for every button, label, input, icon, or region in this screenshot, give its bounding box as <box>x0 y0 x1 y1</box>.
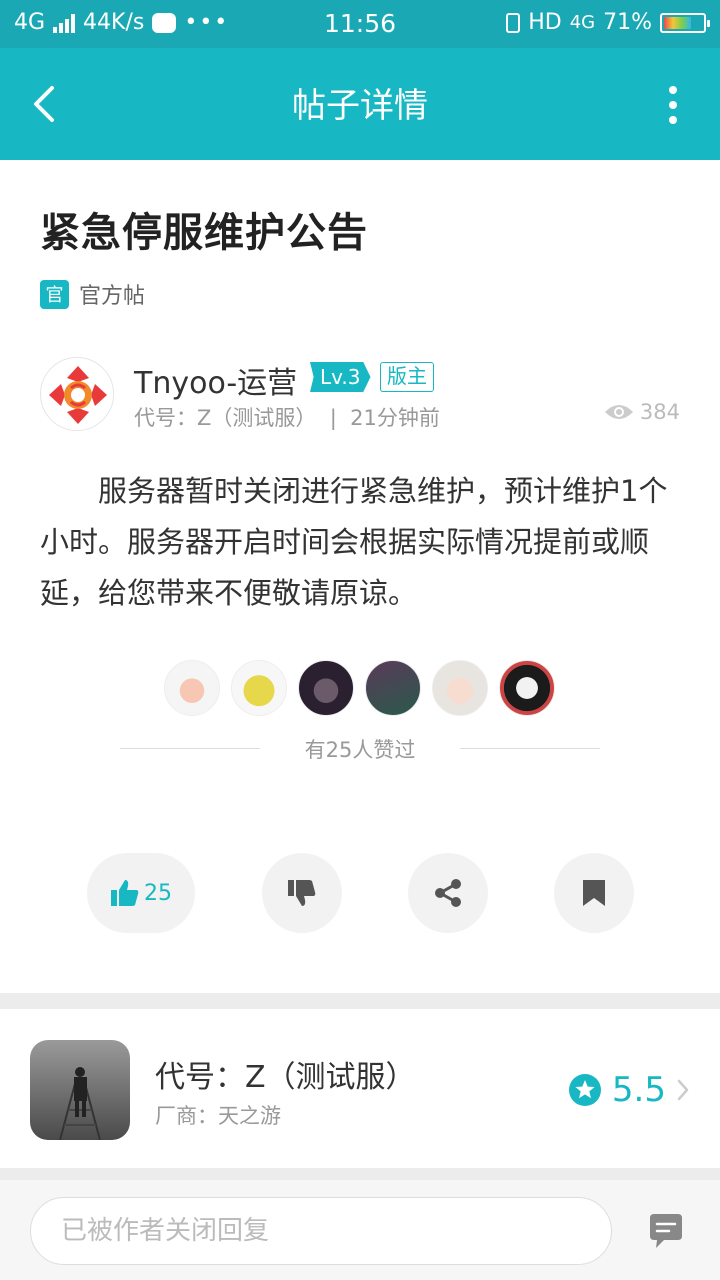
vibrate-icon <box>506 12 521 33</box>
dislike-button[interactable] <box>262 853 342 933</box>
game-rating[interactable]: 5.5 <box>568 1070 690 1110</box>
thumbs-up-icon <box>111 880 139 906</box>
liker-avatars <box>164 660 556 716</box>
comment-icon[interactable] <box>646 1212 686 1252</box>
like-button[interactable]: 25 <box>87 853 195 933</box>
official-label: 官方帖 <box>79 284 146 309</box>
network-right-label: 4G <box>569 12 596 33</box>
thumbs-down-icon <box>288 880 316 906</box>
view-count: 384 <box>604 400 680 424</box>
post-content: 服务器暂时关闭进行紧急维护，预计维护1个小时。服务器开启时间会根据实际情况提前或… <box>40 474 668 610</box>
bookmark-icon <box>583 880 605 906</box>
rating-value: 5.5 <box>611 1070 666 1110</box>
level-badge: Lv.3 <box>310 362 371 392</box>
battery-percent: 71% <box>603 10 652 35</box>
likes-text: 有25人赞过 <box>304 738 416 762</box>
reply-input[interactable]: 已被作者关闭回复 <box>30 1197 612 1265</box>
liker-avatar[interactable] <box>499 660 555 716</box>
liker-avatar[interactable] <box>432 660 488 716</box>
liker-avatar[interactable] <box>231 660 287 716</box>
more-options-icon[interactable] <box>668 86 678 124</box>
divider-line <box>460 748 600 749</box>
post-title: 紧急停服维护公告 <box>40 210 368 256</box>
battery-icon <box>660 12 710 33</box>
section-divider <box>0 1168 720 1180</box>
author-name[interactable]: Tnyoo-运营 <box>134 358 297 402</box>
author-avatar[interactable] <box>40 357 114 431</box>
app-bar: 帖子详情 <box>0 48 720 160</box>
section-divider <box>0 993 720 1009</box>
view-count-value: 384 <box>639 400 680 424</box>
post-meta: 代号：Z（测试服） | 21分钟前 <box>134 406 440 430</box>
liker-avatar[interactable] <box>164 660 220 716</box>
chevron-right-icon <box>677 1079 689 1101</box>
hd-label: HD <box>528 10 562 35</box>
star-icon <box>568 1074 601 1106</box>
likes-summary: 有25人赞过 <box>120 734 600 764</box>
eye-icon <box>604 405 633 419</box>
game-name[interactable]: 代号：Z（测试服） <box>155 1052 416 1096</box>
like-count: 25 <box>144 880 172 906</box>
bookmark-button[interactable] <box>554 853 634 933</box>
game-icon[interactable] <box>30 1040 130 1140</box>
liker-avatar[interactable] <box>298 660 354 716</box>
page-title: 帖子详情 <box>292 86 428 126</box>
game-vendor: 厂商：天之游 <box>155 1104 281 1128</box>
status-bar: 4G 44K/s ••• 11:56 HD 4G 71% <box>0 0 720 48</box>
moderator-badge: 版主 <box>380 362 434 392</box>
official-badge: 官 <box>40 279 69 309</box>
liker-avatar[interactable] <box>365 660 421 716</box>
official-tag: 官 官方帖 <box>40 278 145 310</box>
share-icon <box>435 879 461 907</box>
share-button[interactable] <box>408 853 488 933</box>
